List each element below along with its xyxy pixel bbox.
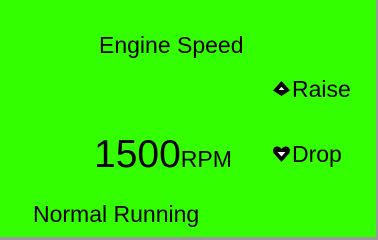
raise-label: Raise (292, 76, 351, 102)
screen-title: Engine Speed (99, 32, 244, 58)
speed-readout: 1500RPM (94, 133, 232, 177)
drop-label: Drop (292, 141, 342, 167)
engine-speed-screen: Engine Speed Raise 1500RPM Drop Normal R… (0, 0, 378, 240)
speed-value: 1500 (94, 133, 181, 176)
drop-button[interactable]: Drop (272, 140, 342, 168)
heart-down-icon (272, 145, 291, 163)
raise-button[interactable]: Raise (272, 75, 351, 103)
status-text: Normal Running (33, 201, 200, 227)
speed-unit: RPM (180, 146, 232, 172)
triangle-up-icon (272, 80, 291, 98)
